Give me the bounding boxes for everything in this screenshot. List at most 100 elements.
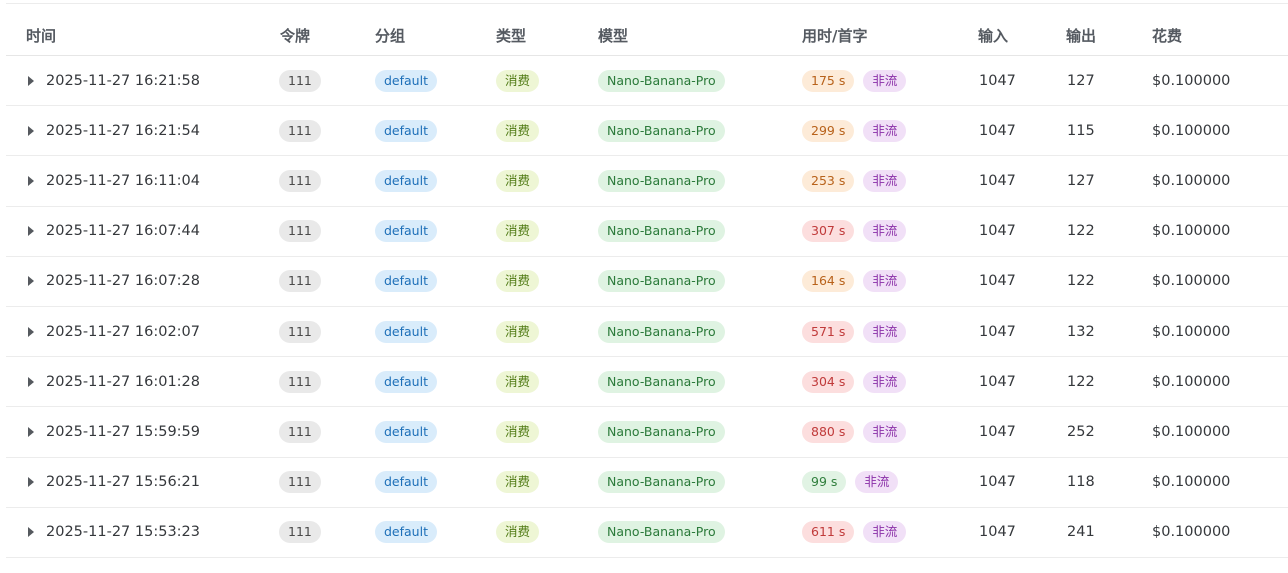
expand-row-icon[interactable] [28, 426, 34, 437]
column-header-type[interactable]: 类型 [496, 25, 526, 46]
duration-tag: 299 s [802, 119, 855, 142]
cost-cell: $0.100000 [1152, 524, 1231, 541]
table-row[interactable]: 2025-11-27 15:53:23 111 default 消费 Nano-… [6, 508, 1288, 558]
duration-tag: 571 s [802, 320, 855, 343]
table-row[interactable]: 2025-11-27 16:01:28 111 default 消费 Nano-… [6, 357, 1288, 408]
input-tokens-cell: 1047 [979, 373, 1016, 390]
output-tokens-cell: 118 [1067, 474, 1095, 491]
column-header-model[interactable]: 模型 [598, 25, 628, 46]
type-tag: 消费 [496, 420, 540, 443]
expand-row-icon[interactable] [28, 326, 34, 337]
token-tag: 111 [279, 119, 321, 142]
model-tag: Nano-Banana-Pro [598, 420, 725, 443]
cost-cell: $0.100000 [1152, 172, 1231, 189]
model-tag: Nano-Banana-Pro [598, 169, 725, 192]
group-tag: default [375, 320, 437, 343]
time-cell: 2025-11-27 15:59:59 [46, 423, 200, 440]
type-tag: 消费 [496, 69, 540, 92]
column-header-duration[interactable]: 用时/首字 [802, 25, 867, 46]
output-tokens-cell: 122 [1067, 273, 1095, 290]
time-cell: 2025-11-27 16:01:28 [46, 373, 200, 390]
model-tag: Nano-Banana-Pro [598, 69, 725, 92]
model-tag: Nano-Banana-Pro [598, 270, 725, 293]
time-cell: 2025-11-27 16:21:58 [46, 72, 200, 89]
time-cell: 2025-11-27 16:21:54 [46, 122, 200, 139]
token-tag: 111 [279, 320, 321, 343]
model-tag: Nano-Banana-Pro [598, 370, 725, 393]
stream-mode-tag: 非流 [863, 69, 907, 92]
duration-tag: 307 s [802, 220, 855, 243]
group-tag: default [375, 270, 437, 293]
stream-mode-tag: 非流 [863, 370, 907, 393]
top-divider [6, 3, 1288, 4]
duration-tag: 880 s [802, 420, 855, 443]
token-tag: 111 [279, 169, 321, 192]
table-row[interactable]: 2025-11-27 15:56:21 111 default 消费 Nano-… [6, 458, 1288, 508]
stream-mode-tag: 非流 [863, 119, 907, 142]
cost-cell: $0.100000 [1152, 323, 1231, 340]
model-tag: Nano-Banana-Pro [598, 220, 725, 243]
duration-tag: 99 s [802, 471, 847, 494]
output-tokens-cell: 127 [1067, 172, 1095, 189]
token-tag: 111 [279, 69, 321, 92]
type-tag: 消费 [496, 220, 540, 243]
expand-row-icon[interactable] [28, 276, 34, 287]
expand-row-icon[interactable] [28, 75, 34, 86]
time-cell: 2025-11-27 16:11:04 [46, 172, 200, 189]
table-row[interactable]: 2025-11-27 16:07:28 111 default 消费 Nano-… [6, 257, 1288, 307]
token-tag: 111 [279, 220, 321, 243]
input-tokens-cell: 1047 [979, 273, 1016, 290]
expand-row-icon[interactable] [28, 376, 34, 387]
time-cell: 2025-11-27 16:07:44 [46, 223, 200, 240]
cost-cell: $0.100000 [1152, 273, 1231, 290]
output-tokens-cell: 241 [1067, 524, 1095, 541]
group-tag: default [375, 119, 437, 142]
column-header-output[interactable]: 输出 [1066, 25, 1096, 46]
column-header-input[interactable]: 输入 [978, 25, 1008, 46]
expand-row-icon[interactable] [28, 125, 34, 136]
table-row[interactable]: 2025-11-27 16:02:07 111 default 消费 Nano-… [6, 307, 1288, 358]
model-tag: Nano-Banana-Pro [598, 119, 725, 142]
expand-row-icon[interactable] [28, 226, 34, 237]
stream-mode-tag: 非流 [863, 320, 907, 343]
column-header-token[interactable]: 令牌 [280, 25, 310, 46]
expand-row-icon[interactable] [28, 175, 34, 186]
cost-cell: $0.100000 [1152, 373, 1231, 390]
column-header-cost[interactable]: 花费 [1152, 25, 1182, 46]
input-tokens-cell: 1047 [979, 72, 1016, 89]
time-cell: 2025-11-27 16:02:07 [46, 323, 200, 340]
model-tag: Nano-Banana-Pro [598, 521, 725, 544]
table-row[interactable]: 2025-11-27 16:21:58 111 default 消费 Nano-… [6, 56, 1288, 107]
model-tag: Nano-Banana-Pro [598, 320, 725, 343]
input-tokens-cell: 1047 [979, 423, 1016, 440]
expand-row-icon[interactable] [28, 527, 34, 538]
column-header-time[interactable]: 时间 [26, 25, 56, 46]
column-header-group[interactable]: 分组 [375, 25, 405, 46]
token-tag: 111 [279, 270, 321, 293]
output-tokens-cell: 122 [1067, 373, 1095, 390]
group-tag: default [375, 471, 437, 494]
stream-mode-tag: 非流 [863, 521, 907, 544]
group-tag: default [375, 420, 437, 443]
cost-cell: $0.100000 [1152, 223, 1231, 240]
output-tokens-cell: 122 [1067, 223, 1095, 240]
table-header: 时间 令牌 分组 类型 模型 用时/首字 输入 输出 花费 [6, 15, 1288, 56]
group-tag: default [375, 521, 437, 544]
input-tokens-cell: 1047 [979, 122, 1016, 139]
table-row[interactable]: 2025-11-27 16:21:54 111 default 消费 Nano-… [6, 106, 1288, 157]
group-tag: default [375, 169, 437, 192]
input-tokens-cell: 1047 [979, 223, 1016, 240]
duration-tag: 611 s [802, 521, 855, 544]
table-row[interactable]: 2025-11-27 15:59:59 111 default 消费 Nano-… [6, 407, 1288, 458]
cost-cell: $0.100000 [1152, 474, 1231, 491]
expand-row-icon[interactable] [28, 477, 34, 488]
output-tokens-cell: 132 [1067, 323, 1095, 340]
output-tokens-cell: 127 [1067, 72, 1095, 89]
type-tag: 消费 [496, 471, 540, 494]
input-tokens-cell: 1047 [979, 323, 1016, 340]
stream-mode-tag: 非流 [863, 169, 907, 192]
table-row[interactable]: 2025-11-27 16:07:44 111 default 消费 Nano-… [6, 207, 1288, 257]
token-tag: 111 [279, 420, 321, 443]
duration-tag: 304 s [802, 370, 855, 393]
table-row[interactable]: 2025-11-27 16:11:04 111 default 消费 Nano-… [6, 156, 1288, 207]
